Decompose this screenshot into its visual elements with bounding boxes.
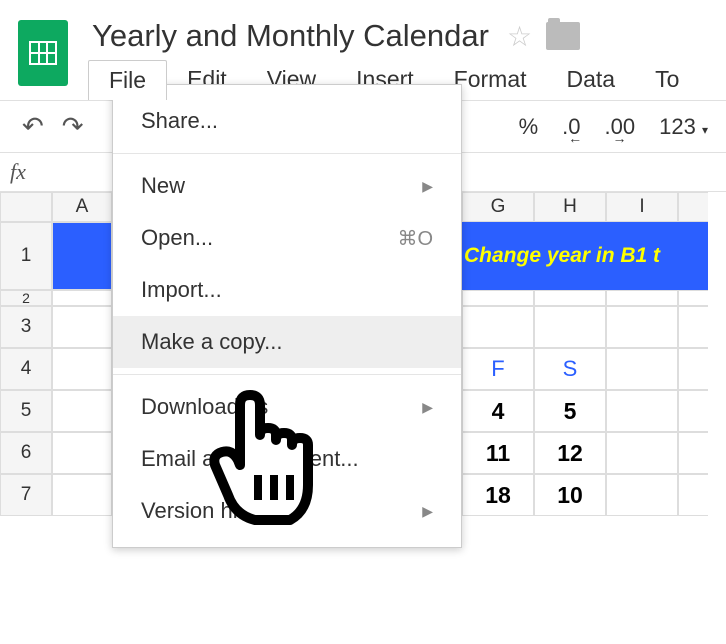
cal-cell[interactable]: 18 bbox=[462, 474, 534, 516]
day-header-s[interactable]: S bbox=[534, 348, 606, 390]
file-dropdown: Share... New▶ Open...⌘O Import... Make a… bbox=[112, 84, 462, 548]
cell[interactable] bbox=[678, 432, 708, 474]
increase-decimal[interactable]: .00→ bbox=[605, 114, 636, 140]
menu-separator bbox=[113, 153, 461, 154]
row-header-5[interactable]: 5 bbox=[0, 390, 52, 432]
col-header-a[interactable]: A bbox=[52, 192, 112, 222]
row-header-4[interactable]: 4 bbox=[0, 348, 52, 390]
menu-data[interactable]: Data bbox=[547, 60, 636, 100]
chevron-right-icon: ▶ bbox=[422, 503, 433, 520]
row-header-6[interactable]: 6 bbox=[0, 432, 52, 474]
menu-open[interactable]: Open...⌘O bbox=[113, 212, 461, 264]
col-header-i[interactable]: I bbox=[606, 192, 678, 222]
chevron-right-icon: ▶ bbox=[422, 178, 433, 195]
cell[interactable] bbox=[462, 290, 534, 306]
star-icon[interactable]: ☆ bbox=[507, 20, 532, 53]
menu-separator bbox=[113, 374, 461, 375]
cal-cell[interactable]: 12 bbox=[534, 432, 606, 474]
menu-download-as[interactable]: Download as▶ bbox=[113, 381, 461, 433]
sheets-logo bbox=[18, 20, 68, 86]
folder-icon[interactable] bbox=[546, 22, 580, 50]
cell[interactable] bbox=[678, 290, 708, 306]
banner-cell[interactable]: Change year in B1 t bbox=[462, 222, 708, 290]
menu-import[interactable]: Import... bbox=[113, 264, 461, 316]
menu-new[interactable]: New▶ bbox=[113, 160, 461, 212]
cell[interactable] bbox=[462, 306, 534, 348]
cell[interactable] bbox=[52, 474, 112, 516]
chevron-right-icon: ▶ bbox=[422, 399, 433, 416]
cal-cell[interactable]: 11 bbox=[462, 432, 534, 474]
select-all-corner[interactable] bbox=[0, 192, 52, 222]
cell[interactable] bbox=[606, 290, 678, 306]
cell[interactable] bbox=[606, 432, 678, 474]
col-header-h[interactable]: H bbox=[534, 192, 606, 222]
col-header-g[interactable]: G bbox=[462, 192, 534, 222]
cell[interactable] bbox=[52, 432, 112, 474]
cell[interactable] bbox=[678, 390, 708, 432]
shortcut-label: ⌘O bbox=[397, 226, 433, 251]
cell[interactable] bbox=[678, 348, 708, 390]
cell[interactable] bbox=[52, 306, 112, 348]
cell[interactable] bbox=[606, 390, 678, 432]
redo-icon[interactable]: ↷ bbox=[62, 111, 84, 142]
cell[interactable] bbox=[606, 348, 678, 390]
cell[interactable] bbox=[52, 222, 112, 290]
cal-cell[interactable]: 4 bbox=[462, 390, 534, 432]
undo-icon[interactable]: ↶ bbox=[22, 111, 44, 142]
row-header-7[interactable]: 7 bbox=[0, 474, 52, 516]
cal-cell[interactable]: 5 bbox=[534, 390, 606, 432]
menu-email-attachment[interactable]: Email as attachment... bbox=[113, 433, 461, 485]
cal-cell[interactable]: 10 bbox=[534, 474, 606, 516]
menu-share[interactable]: Share... bbox=[113, 95, 461, 147]
doc-title[interactable]: Yearly and Monthly Calendar bbox=[92, 18, 489, 54]
cell[interactable] bbox=[606, 474, 678, 516]
row-header-2[interactable]: 2 bbox=[0, 290, 52, 306]
cell[interactable] bbox=[678, 474, 708, 516]
cell[interactable] bbox=[52, 390, 112, 432]
cell[interactable] bbox=[52, 290, 112, 306]
cell[interactable] bbox=[534, 306, 606, 348]
day-header-f[interactable]: F bbox=[462, 348, 534, 390]
cell[interactable] bbox=[678, 306, 708, 348]
row-header-3[interactable]: 3 bbox=[0, 306, 52, 348]
cell[interactable] bbox=[534, 290, 606, 306]
menu-file[interactable]: File bbox=[88, 60, 167, 100]
menu-tools[interactable]: To bbox=[635, 60, 699, 100]
percent-format[interactable]: % bbox=[519, 114, 539, 140]
number-format[interactable]: 123 ▾ bbox=[659, 114, 708, 140]
menu-make-copy[interactable]: Make a copy... bbox=[113, 316, 461, 368]
decrease-decimal[interactable]: .0← bbox=[562, 114, 580, 140]
menu-version-history[interactable]: Version history▶ bbox=[113, 485, 461, 537]
cell[interactable] bbox=[606, 306, 678, 348]
col-header-j[interactable] bbox=[678, 192, 708, 222]
fx-label: fx bbox=[10, 159, 26, 185]
row-header-1[interactable]: 1 bbox=[0, 222, 52, 290]
cell[interactable] bbox=[52, 348, 112, 390]
